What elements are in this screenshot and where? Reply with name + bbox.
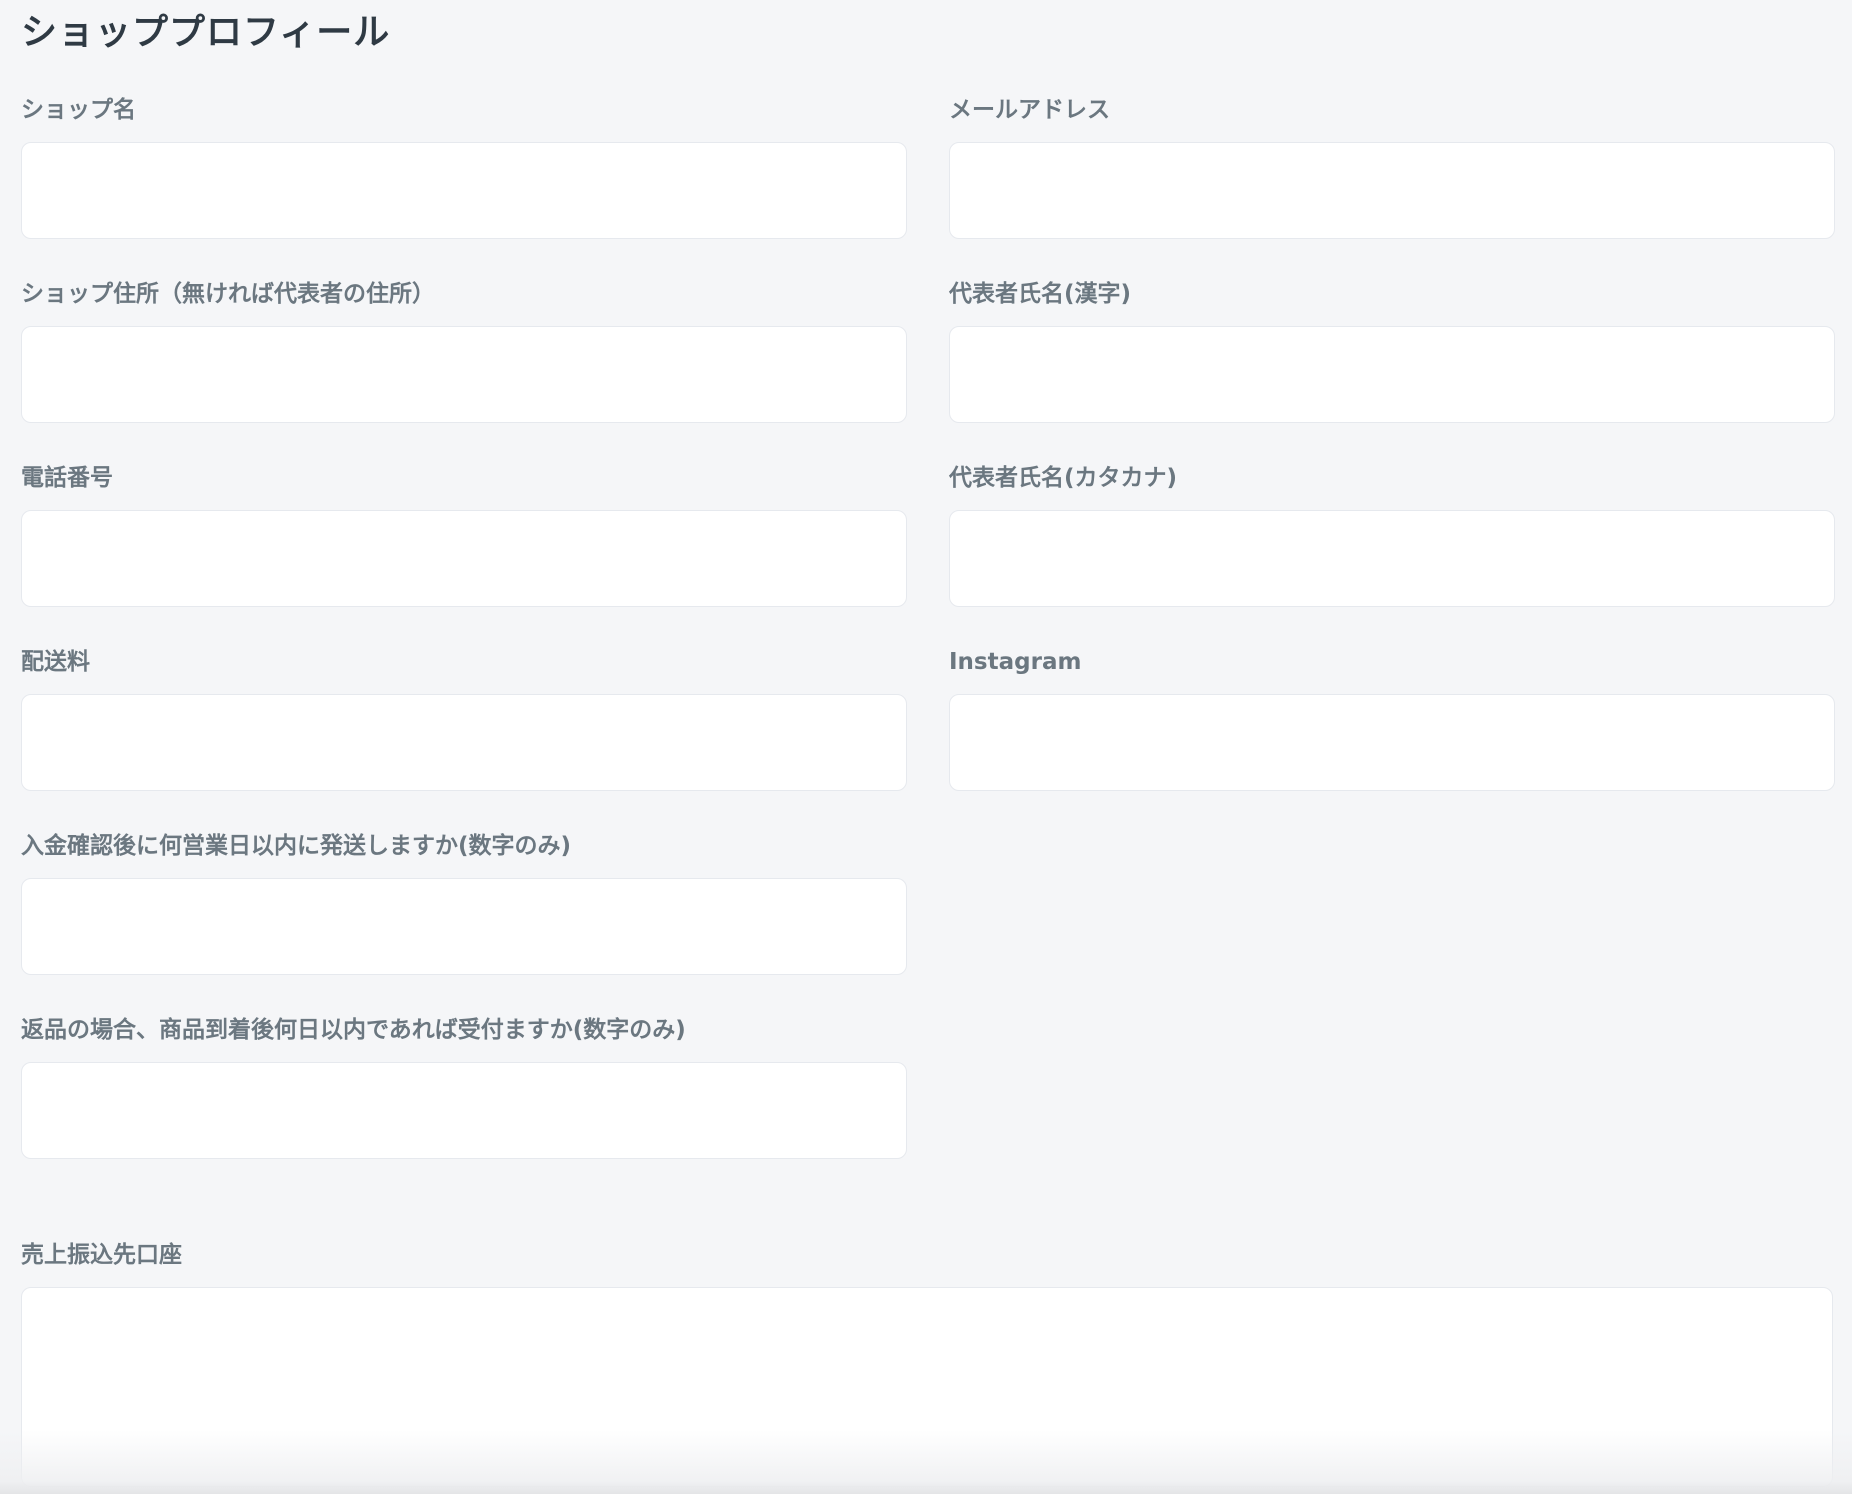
- bank-account-label: 売上振込先口座: [21, 1242, 182, 1268]
- return-days-input[interactable]: [21, 1062, 907, 1159]
- instagram-label: Instagram: [949, 649, 1082, 675]
- email-input[interactable]: [949, 142, 1835, 239]
- rep-name-katakana-input[interactable]: [949, 510, 1835, 607]
- shop-profile-page: ショッププロフィール ショップ名 メールアドレス ショップ住所（無ければ代表者の…: [0, 0, 1852, 1494]
- ship-days-input[interactable]: [21, 878, 907, 975]
- return-days-label: 返品の場合、商品到着後何日以内であれば受付ますか(数字のみ): [21, 1017, 686, 1043]
- shipping-fee-input[interactable]: [21, 694, 907, 791]
- bank-account-textarea[interactable]: [21, 1287, 1833, 1487]
- shop-name-label: ショップ名: [21, 97, 136, 123]
- phone-input[interactable]: [21, 510, 907, 607]
- rep-name-kanji-input[interactable]: [949, 326, 1835, 423]
- rep-name-kanji-label: 代表者氏名(漢字): [949, 281, 1132, 307]
- ship-days-label: 入金確認後に何営業日以内に発送しますか(数字のみ): [21, 833, 572, 859]
- instagram-input[interactable]: [949, 694, 1835, 791]
- email-label: メールアドレス: [949, 97, 1110, 123]
- shop-address-label: ショップ住所（無ければ代表者の住所）: [21, 281, 435, 307]
- phone-label: 電話番号: [21, 465, 113, 491]
- shop-name-input[interactable]: [21, 142, 907, 239]
- shipping-fee-label: 配送料: [21, 649, 90, 675]
- shop-address-input[interactable]: [21, 326, 907, 423]
- rep-name-katakana-label: 代表者氏名(カタカナ): [949, 465, 1178, 491]
- page-title: ショッププロフィール: [21, 12, 391, 53]
